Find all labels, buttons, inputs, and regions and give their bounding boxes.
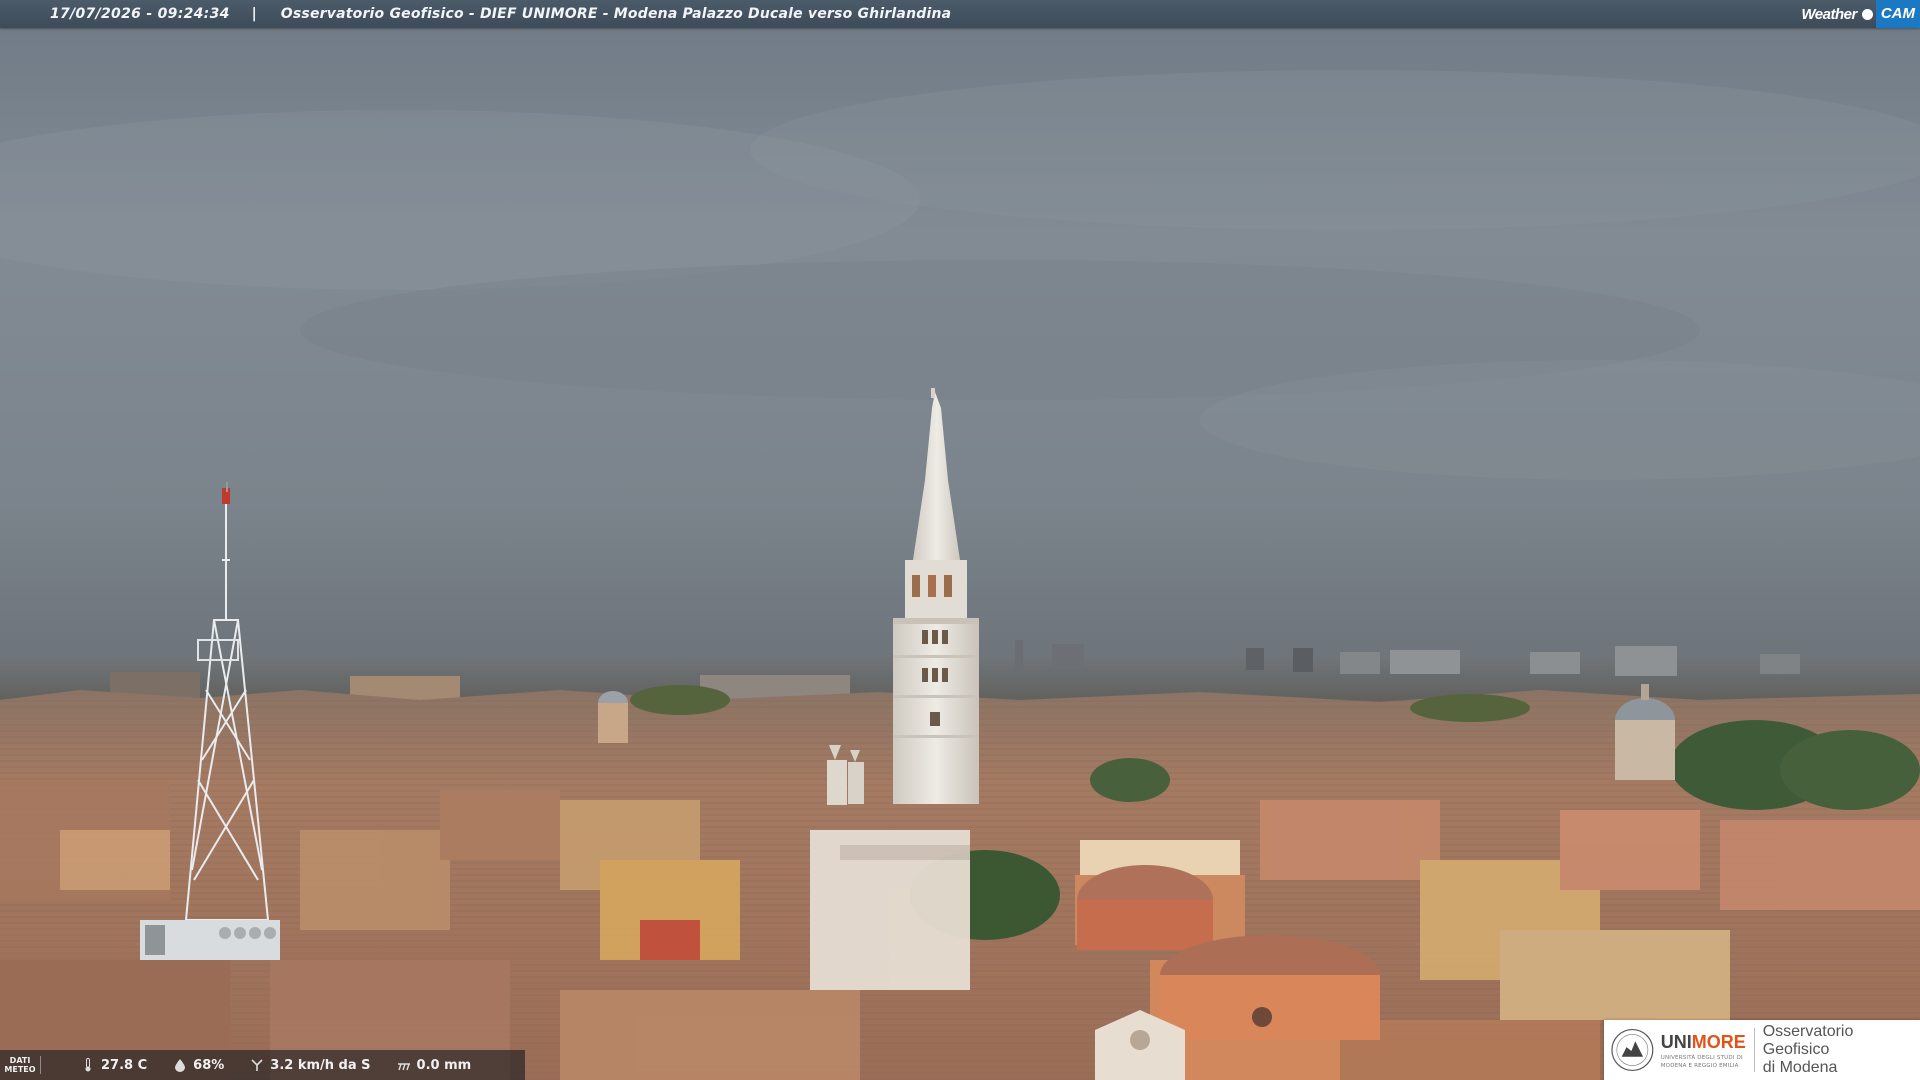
wind-icon xyxy=(250,1058,264,1072)
unimore-logo: UNIMORE UNIVERSITÀ DEGLI STUDI DI MODENA… xyxy=(1604,1020,1920,1080)
wind-reading: 3.2 km/h da S xyxy=(250,1057,371,1073)
camera-title: Osservatorio Geofisico - DIEF UNIMORE - … xyxy=(280,6,952,22)
temperature-value: 27.8 C xyxy=(101,1057,148,1073)
unimore-seal-icon xyxy=(1611,1029,1654,1071)
unimore-subtitle-2: MODENA E REGGIO EMILIA xyxy=(1660,1062,1739,1069)
logo-divider xyxy=(1753,1028,1755,1072)
humidity-drop-icon xyxy=(173,1058,187,1072)
unimore-subtitle-1: UNIVERSITÀ DEGLI STUDI DI xyxy=(1660,1054,1743,1061)
thermometer-icon xyxy=(81,1058,95,1072)
rain-icon xyxy=(397,1058,411,1072)
brand-cam: CAM xyxy=(1875,0,1920,28)
unimore-name-part1: UNI xyxy=(1660,1031,1692,1052)
rain-value: 0.0 mm xyxy=(416,1057,472,1073)
meteo-strip: DATI METEO 27.8 C 68% 3.2 km/h da S 0.0 … xyxy=(0,1050,526,1080)
webcam-image xyxy=(0,0,1920,1080)
rain-reading: 0.0 mm xyxy=(397,1057,472,1073)
overlay-bar: 17/07/2026 - 09:24:34 | Osservatorio Geo… xyxy=(0,0,1920,28)
separator: | xyxy=(251,6,257,22)
observatory-name: Osservatorio Geofisico di Modena xyxy=(1762,1023,1854,1076)
brand-dot-icon xyxy=(1861,8,1873,20)
unimore-name: UNIMORE UNIVERSITÀ DEGLI STUDI DI MODENA… xyxy=(1661,1032,1746,1069)
temperature-reading: 27.8 C xyxy=(81,1058,147,1073)
weathercam-logo: Weather CAM xyxy=(1801,0,1920,28)
meteo-label: DATI METEO xyxy=(0,1056,41,1074)
unimore-name-part2: MORE xyxy=(1691,1031,1746,1052)
timestamp: 17/07/2026 - 09:24:34 xyxy=(50,6,230,22)
humidity-value: 68% xyxy=(193,1057,225,1073)
humidity-reading: 68% xyxy=(173,1058,224,1073)
brand-word: Weather xyxy=(1801,5,1857,23)
wind-value: 3.2 km/h da S xyxy=(270,1057,371,1073)
